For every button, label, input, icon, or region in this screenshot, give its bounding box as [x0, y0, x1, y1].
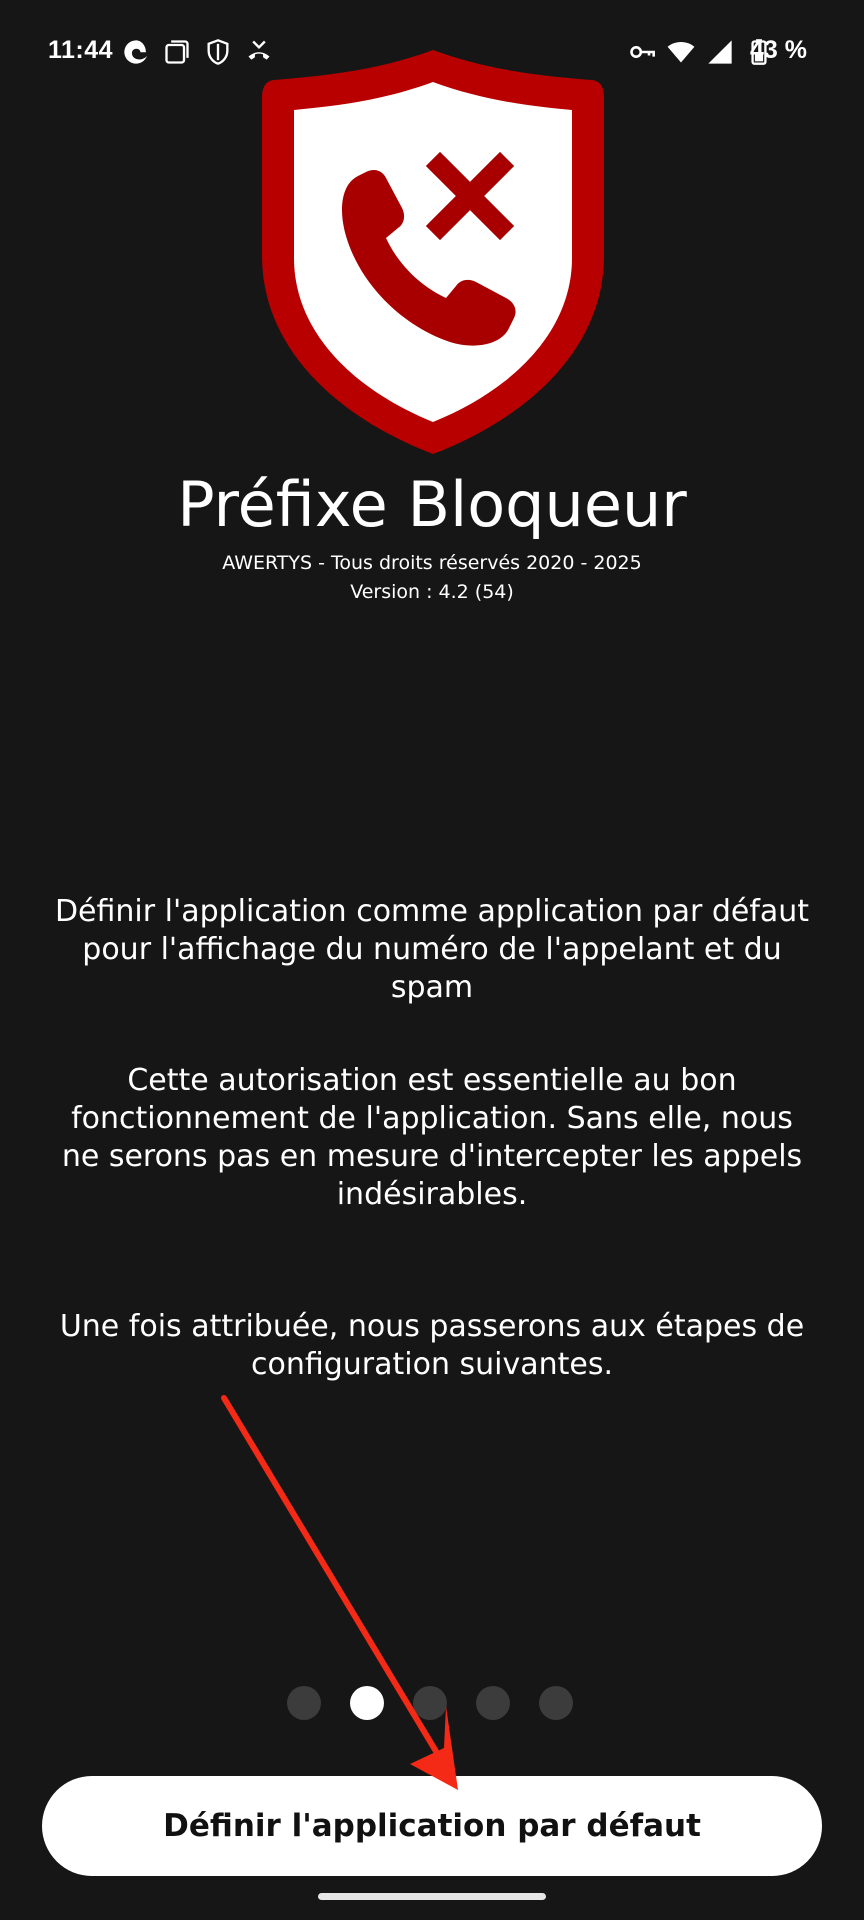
default-app-description: Définir l'application comme application …	[40, 893, 824, 1007]
status-left-icons	[122, 38, 273, 66]
page-dot-3	[413, 1686, 447, 1720]
page-dot-4	[476, 1686, 510, 1720]
status-time: 11:44	[48, 36, 114, 64]
description-line: pour l'affichage du numéro de l'appelant…	[82, 932, 782, 1005]
battery-percentage: 43 %	[750, 36, 807, 64]
explanation-line: fonctionnement de l'application. Sans el…	[71, 1101, 793, 1136]
page-indicator	[287, 1686, 573, 1720]
app-logo	[262, 46, 604, 458]
explanation-line: ne serons pas en mesure d'intercepter le…	[61, 1139, 803, 1174]
set-default-app-button[interactable]: Définir l'application par défaut	[42, 1776, 822, 1876]
page-dot-5	[539, 1686, 573, 1720]
vpn-shield-icon	[207, 39, 229, 65]
copyright-text: AWERTYS - Tous droits réservés 2020 - 20…	[222, 552, 642, 574]
permission-explanation: Cette autorisation est essentielle au bo…	[40, 1062, 824, 1214]
explanation-line: Cette autorisation est essentielle au bo…	[127, 1063, 737, 1098]
home-indicator[interactable]	[318, 1893, 546, 1900]
explanation-line: indésirables.	[336, 1177, 528, 1212]
page-dot-2-active	[350, 1686, 384, 1720]
shield-blocked-call-icon	[262, 50, 604, 454]
vpn-key-icon	[630, 46, 655, 58]
next-steps-text: Une fois attribuée, nous passerons aux é…	[40, 1308, 824, 1384]
wifi-icon	[667, 41, 695, 63]
description-line: Définir l'application comme application …	[54, 894, 810, 929]
app-title: Préfixe Bloqueur	[177, 468, 687, 541]
page-dot-1	[287, 1686, 321, 1720]
cell-signal-icon	[708, 40, 732, 64]
version-text: Version : 4.2 (54)	[350, 581, 514, 603]
next-steps-line: Une fois attribuée, nous passerons aux é…	[59, 1309, 805, 1344]
next-steps-line: configuration suivantes.	[250, 1347, 614, 1382]
edge-browser-icon	[124, 40, 148, 64]
screenshot-icon	[165, 40, 189, 64]
